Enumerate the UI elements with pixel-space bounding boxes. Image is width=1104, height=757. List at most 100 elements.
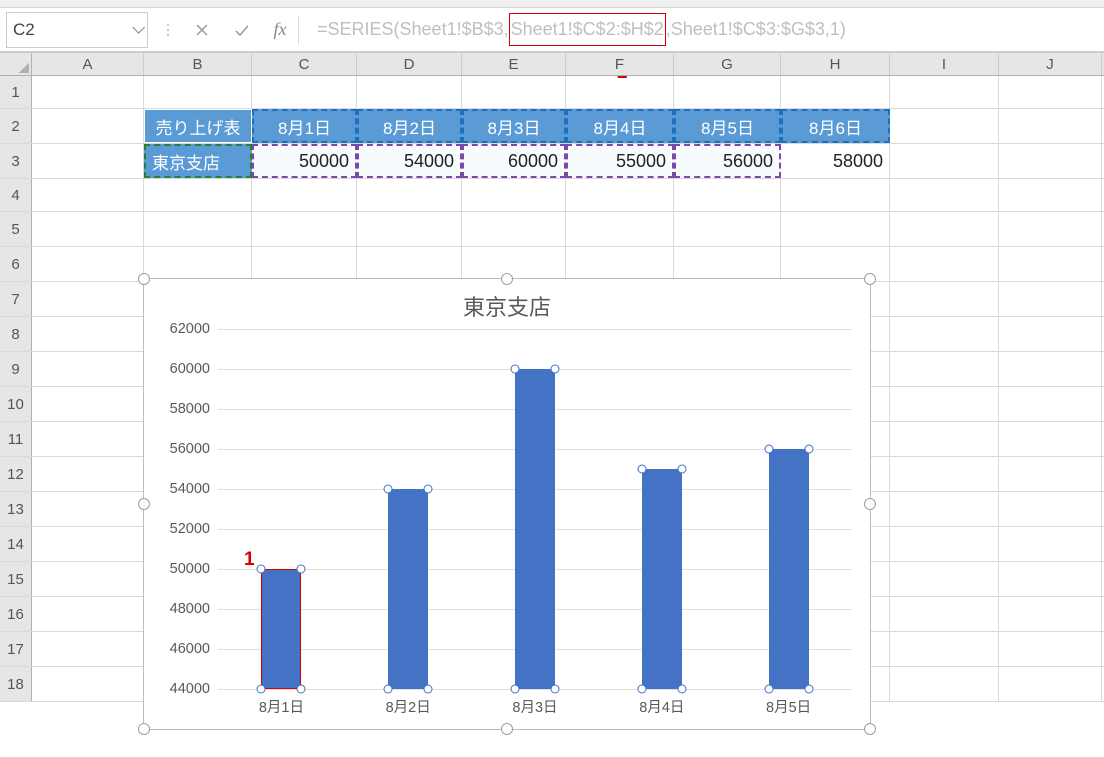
cell[interactable]	[999, 179, 1102, 211]
cell[interactable]	[357, 179, 462, 211]
bar[interactable]	[261, 569, 301, 689]
select-all-corner[interactable]	[0, 53, 32, 75]
cell[interactable]	[144, 179, 252, 211]
row-header[interactable]: 16	[0, 597, 32, 631]
chart-object[interactable]: 東京支店 44000460004800050000520005400056000…	[143, 278, 871, 730]
data-point-handle[interactable]	[764, 685, 773, 694]
cell[interactable]	[999, 527, 1102, 561]
cell[interactable]	[252, 247, 357, 281]
cell[interactable]	[781, 179, 890, 211]
cell[interactable]	[32, 282, 144, 316]
cell[interactable]	[890, 179, 999, 211]
cell[interactable]	[890, 352, 999, 386]
cell[interactable]	[32, 109, 144, 143]
col-header[interactable]: H	[781, 53, 890, 75]
cell[interactable]	[144, 247, 252, 281]
cell[interactable]	[781, 212, 890, 246]
cell[interactable]	[890, 144, 999, 178]
data-point-handle[interactable]	[511, 685, 520, 694]
cell[interactable]	[32, 76, 144, 108]
table-header-date[interactable]: 8月3日	[462, 109, 566, 143]
row-header[interactable]: 4	[0, 179, 32, 211]
cell[interactable]	[462, 76, 566, 108]
row-header[interactable]: 7	[0, 282, 32, 316]
row-header[interactable]: 15	[0, 562, 32, 596]
selection-handle[interactable]	[501, 273, 513, 285]
selection-handle[interactable]	[864, 273, 876, 285]
grid-row[interactable]: 3 東京支店 50000 54000 60000 55000 56000 580…	[0, 144, 1104, 179]
cell[interactable]	[890, 247, 999, 281]
spreadsheet-grid[interactable]: A B C D E F G H I J 1 2 売り上げ表 8月1日 8月2日 …	[0, 52, 1104, 702]
cell[interactable]	[32, 247, 144, 281]
cell[interactable]	[999, 282, 1102, 316]
cell[interactable]	[999, 144, 1102, 178]
cell[interactable]	[32, 562, 144, 596]
cell[interactable]	[462, 247, 566, 281]
table-header-title[interactable]: 売り上げ表	[144, 109, 252, 143]
selection-handle[interactable]	[864, 723, 876, 735]
cell[interactable]	[999, 76, 1102, 108]
cell[interactable]	[999, 317, 1102, 351]
cell[interactable]	[32, 212, 144, 246]
row-header[interactable]: 10	[0, 387, 32, 421]
cell[interactable]	[252, 179, 357, 211]
grid-row[interactable]: 1	[0, 76, 1104, 109]
cell[interactable]	[999, 457, 1102, 491]
cell[interactable]	[890, 562, 999, 596]
cell[interactable]	[674, 179, 781, 211]
data-point-handle[interactable]	[384, 685, 393, 694]
cell[interactable]	[890, 109, 999, 143]
cell[interactable]	[32, 632, 144, 666]
table-header-date[interactable]: 8月1日	[252, 109, 357, 143]
col-header[interactable]: I	[890, 53, 999, 75]
table-header-date[interactable]: 8月5日	[674, 109, 781, 143]
row-header[interactable]: 18	[0, 667, 32, 701]
cell[interactable]	[890, 597, 999, 631]
col-header[interactable]: A	[32, 53, 144, 75]
col-header[interactable]: D	[357, 53, 462, 75]
cell[interactable]	[890, 667, 999, 701]
data-point-handle[interactable]	[764, 445, 773, 454]
cell[interactable]	[566, 212, 674, 246]
cell[interactable]	[781, 76, 890, 108]
cell[interactable]	[252, 212, 357, 246]
cell[interactable]	[566, 179, 674, 211]
cell[interactable]	[566, 247, 674, 281]
cell[interactable]	[999, 212, 1102, 246]
cell[interactable]	[999, 562, 1102, 596]
cancel-button[interactable]	[182, 12, 222, 48]
grid-row[interactable]: 2 売り上げ表 8月1日 8月2日 8月3日 8月4日 8月5日 8月6日	[0, 109, 1104, 144]
cell[interactable]	[32, 422, 144, 456]
cell[interactable]	[357, 76, 462, 108]
cell[interactable]	[566, 76, 674, 108]
row-header[interactable]: 11	[0, 422, 32, 456]
table-header-date[interactable]: 8月2日	[357, 109, 462, 143]
cell[interactable]	[890, 282, 999, 316]
table-header-date[interactable]: 8月4日	[566, 109, 674, 143]
data-cell[interactable]: 55000	[566, 144, 674, 178]
data-point-handle[interactable]	[424, 685, 433, 694]
cell[interactable]	[674, 247, 781, 281]
data-point-handle[interactable]	[297, 685, 306, 694]
grid-row[interactable]: 6	[0, 247, 1104, 282]
data-point-handle[interactable]	[804, 685, 813, 694]
selection-handle[interactable]	[138, 273, 150, 285]
cell[interactable]	[32, 352, 144, 386]
grid-row[interactable]: 5	[0, 212, 1104, 247]
cell[interactable]	[890, 527, 999, 561]
col-header[interactable]: G	[674, 53, 781, 75]
data-point-handle[interactable]	[551, 365, 560, 374]
cell[interactable]	[32, 597, 144, 631]
cell[interactable]	[890, 492, 999, 526]
row-header[interactable]: 17	[0, 632, 32, 666]
cell[interactable]	[999, 352, 1102, 386]
cell[interactable]	[32, 492, 144, 526]
bar[interactable]	[388, 489, 428, 689]
cell[interactable]	[999, 109, 1102, 143]
cell[interactable]	[357, 247, 462, 281]
data-point-handle[interactable]	[424, 485, 433, 494]
cell[interactable]	[32, 387, 144, 421]
cell[interactable]	[890, 317, 999, 351]
row-header[interactable]: 1	[0, 76, 32, 108]
fx-icon[interactable]: fx	[262, 19, 298, 40]
